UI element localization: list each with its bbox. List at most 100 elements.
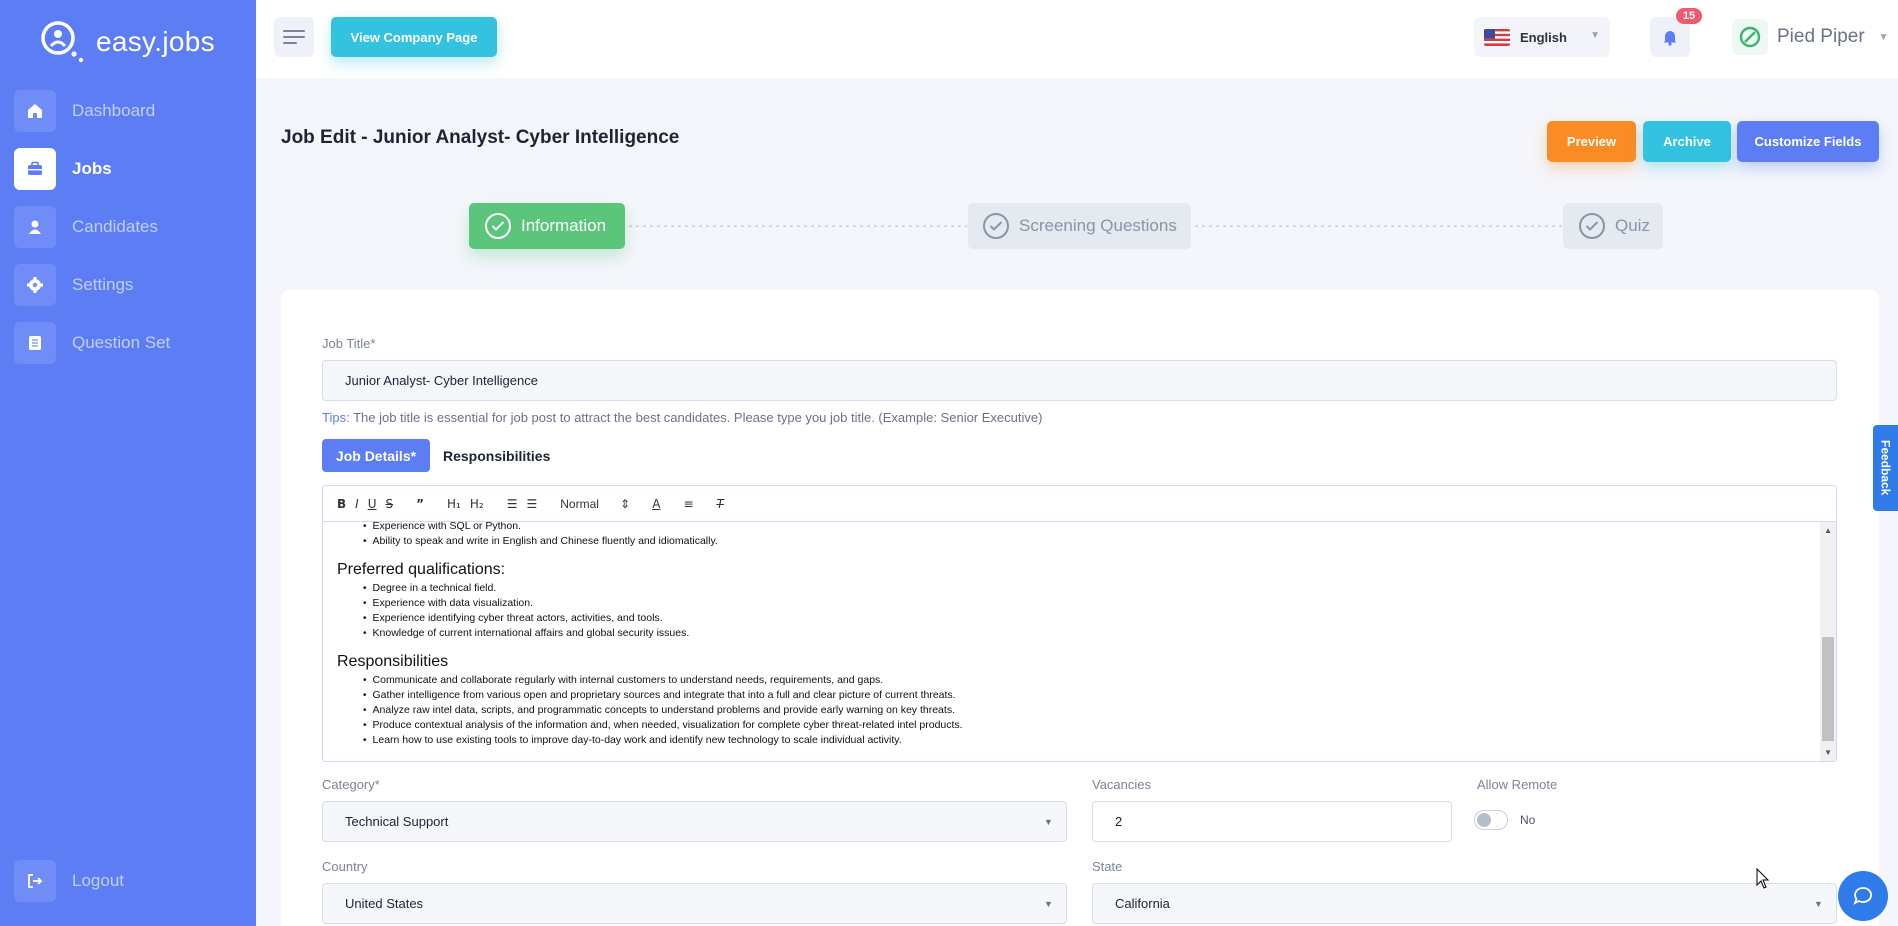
scroll-up-icon[interactable]: ▲ [1824, 526, 1832, 535]
document-icon [14, 322, 56, 364]
tips-prefix: Tips: [322, 410, 350, 425]
underline-button[interactable]: U [368, 497, 377, 511]
allow-remote-label: Allow Remote [1477, 777, 1558, 792]
check-circle-icon [1579, 213, 1605, 239]
company-name: Pied Piper [1777, 26, 1865, 47]
editor-content: Experience with SQL or Python. Ability t… [337, 522, 1797, 748]
tips-text: The job title is essential for job post … [349, 410, 1043, 425]
scrollbar-thumb[interactable] [1822, 637, 1834, 741]
list-item: Gather intelligence from various open an… [363, 688, 1797, 703]
preview-button[interactable]: Preview [1547, 121, 1636, 162]
heading1-icon[interactable]: H₁ [447, 497, 461, 511]
chat-icon [1853, 887, 1872, 905]
allow-remote-toggle[interactable] [1474, 810, 1508, 830]
heading-select[interactable]: Normal ⇕ [560, 497, 630, 511]
vacancies-label: Vacancies [1092, 777, 1152, 792]
heading2-icon[interactable]: H₂ [470, 497, 484, 511]
logo-icon [41, 21, 84, 63]
state-select[interactable]: California [1092, 883, 1837, 924]
job-title-tips: Tips: The job title is essential for job… [322, 410, 1042, 425]
step-label: Information [521, 216, 607, 235]
sidebar-item-label: Jobs [72, 159, 112, 178]
home-icon [14, 90, 56, 132]
list-item: Communicate and collaborate regularly wi… [363, 673, 1797, 688]
editor-scrollbar[interactable]: ▲ ▼ [1820, 522, 1836, 761]
language-label: English [1520, 29, 1567, 45]
text-color-icon[interactable]: A [652, 497, 660, 511]
sidebar-item-label: Candidates [72, 217, 159, 236]
sidebar-item-label: Settings [72, 275, 134, 294]
country-label: Country [322, 859, 368, 874]
preferred-list: Degree in a technical field. Experience … [337, 581, 1797, 641]
editor-toolbar: B I U S ” H₁ H₂ ☰ ☰ Normal ⇕ A ≡ T̶ [322, 485, 1837, 521]
job-title-label: Job Title* [322, 336, 376, 351]
page-title: Job Edit - Junior Analyst- Cyber Intelli… [281, 127, 680, 148]
chat-launcher-button[interactable] [1838, 871, 1888, 921]
sidebar-item-question-set[interactable]: Question Set [14, 322, 244, 364]
mouse-cursor-icon [1756, 868, 1770, 889]
job-details-editor[interactable]: Experience with SQL or Python. Ability t… [322, 521, 1837, 762]
sidebar-item-candidates[interactable]: Candidates [14, 206, 244, 248]
step-label: Screening Questions [1019, 216, 1177, 235]
list-item: Degree in a technical field. [363, 581, 1797, 596]
responsibilities-list: Communicate and collaborate regularly wi… [337, 673, 1797, 748]
bell-icon [1663, 31, 1677, 46]
allow-remote-value: No [1520, 813, 1536, 827]
updown-icon: ⇕ [620, 496, 631, 511]
requirements-list: Experience with SQL or Python. Ability t… [337, 522, 1797, 549]
company-logo-icon [1732, 19, 1768, 55]
vacancies-input[interactable]: 2 [1092, 801, 1452, 842]
logout-button[interactable]: Logout [14, 860, 124, 902]
list-item: Experience identifying cyber threat acto… [363, 611, 1797, 626]
clear-format-icon[interactable]: T̶ [717, 497, 724, 511]
category-label: Category* [322, 777, 380, 792]
chevron-down-icon: ▼ [1044, 899, 1053, 909]
chevron-down-icon: ▼ [1878, 31, 1889, 43]
language-selector[interactable]: English ▼ [1474, 17, 1610, 57]
italic-button[interactable]: I [355, 497, 359, 511]
bullet-list-icon[interactable]: ☰ [526, 497, 537, 511]
country-select[interactable]: United States [322, 883, 1067, 924]
category-select[interactable]: Technical Support [322, 801, 1067, 842]
archive-button[interactable]: Archive [1643, 121, 1731, 162]
us-flag-icon [1484, 28, 1510, 46]
menu-toggle-button[interactable] [274, 17, 314, 57]
step-screening-questions[interactable]: Screening Questions [968, 203, 1191, 249]
company-switcher[interactable]: Pied Piper ▼ [1732, 17, 1889, 57]
preferred-heading: Preferred qualifications: [337, 561, 506, 578]
sidebar-item-dashboard[interactable]: Dashboard [14, 90, 244, 132]
step-label: Quiz [1615, 216, 1650, 235]
job-title-input[interactable]: Junior Analyst- Cyber Intelligence [322, 360, 1837, 401]
list-item: Produce contextual analysis of the infor… [363, 718, 1797, 733]
customize-fields-button[interactable]: Customize Fields [1737, 121, 1879, 162]
list-item: Experience with data visualization. [363, 596, 1797, 611]
strike-button[interactable]: S [386, 497, 394, 511]
align-icon[interactable]: ≡ [683, 497, 693, 511]
bold-button[interactable]: B [337, 497, 346, 511]
gear-icon [14, 264, 56, 306]
heading-select-value: Normal [560, 496, 599, 511]
chevron-down-icon: ▼ [1814, 899, 1823, 909]
notification-count-badge: 15 [1676, 8, 1702, 24]
hamburger-icon [283, 36, 305, 38]
sidebar-item-settings[interactable]: Settings [14, 264, 244, 306]
tab-responsibilities[interactable]: Responsibilities [443, 439, 550, 472]
brand-logo[interactable]: easy.jobs [38, 18, 215, 66]
list-item: Experience with SQL or Python. [363, 522, 1797, 534]
chevron-down-icon: ▼ [1590, 30, 1600, 41]
scroll-down-icon[interactable]: ▼ [1824, 748, 1832, 757]
ordered-list-icon[interactable]: ☰ [507, 497, 518, 511]
view-company-page-button[interactable]: View Company Page [331, 17, 497, 57]
tab-job-details[interactable]: Job Details* [322, 439, 430, 472]
list-item: Ability to speak and write in English an… [363, 534, 1797, 549]
topbar: View Company Page English ▼ 15 Pied Pipe… [256, 0, 1898, 78]
feedback-tab[interactable]: Feedback [1873, 425, 1898, 511]
list-item: Knowledge of current international affai… [363, 626, 1797, 641]
logout-label: Logout [72, 871, 124, 890]
blockquote-icon[interactable]: ” [416, 497, 424, 511]
brand-name: easy.jobs [96, 26, 215, 57]
step-information[interactable]: Information [469, 203, 625, 249]
step-quiz[interactable]: Quiz [1563, 203, 1663, 249]
sidebar-item-label: Question Set [72, 333, 171, 352]
sidebar-item-jobs[interactable]: Jobs [14, 148, 244, 190]
